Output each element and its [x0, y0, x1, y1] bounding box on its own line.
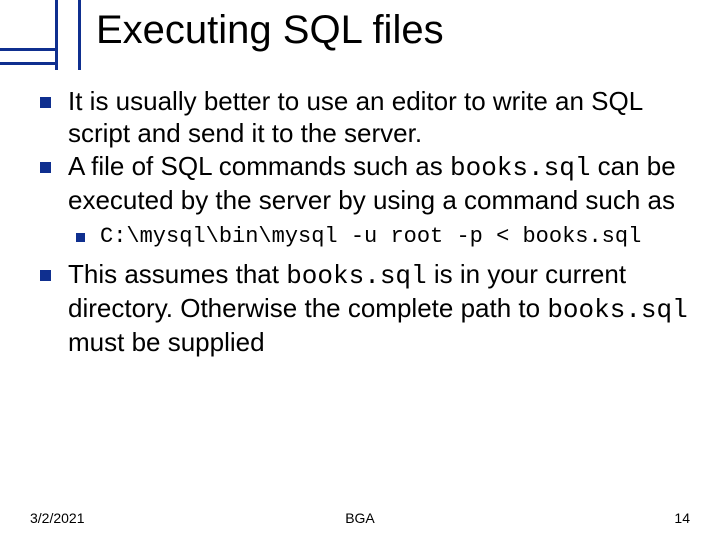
bullet-2: A file of SQL commands such as books.sql…: [32, 151, 696, 251]
slide-title: Executing SQL files: [96, 8, 444, 53]
decor-line-v2: [78, 0, 81, 70]
bullet-3-code2: books.sql: [547, 295, 687, 325]
bullet-list: It is usually better to use an editor to…: [32, 86, 696, 359]
decor-line-v1: [55, 0, 58, 70]
bullet-2-code: books.sql: [450, 153, 590, 183]
bullet-1: It is usually better to use an editor to…: [32, 86, 696, 149]
bullet-3-text-c: must be supplied: [68, 327, 265, 357]
bullet-3: This assumes that books.sql is in your c…: [32, 259, 696, 358]
bullet-3-text-a: This assumes that: [68, 259, 286, 289]
sub-bullet-1: C:\mysql\bin\mysql -u root -p < books.sq…: [68, 223, 696, 252]
sub-bullet-list: C:\mysql\bin\mysql -u root -p < books.sq…: [68, 223, 696, 252]
bullet-3-code1: books.sql: [286, 261, 426, 291]
bullet-2-text-a: A file of SQL commands such as: [68, 151, 450, 181]
slide: Executing SQL files It is usually better…: [0, 0, 720, 540]
slide-body: It is usually better to use an editor to…: [32, 86, 696, 361]
sub-bullet-1-text: C:\mysql\bin\mysql -u root -p < books.sq…: [100, 224, 641, 249]
footer-page: 14: [674, 510, 690, 526]
decor-line-h2: [0, 62, 55, 65]
bullet-1-text: It is usually better to use an editor to…: [68, 86, 642, 148]
footer-center: BGA: [0, 510, 720, 526]
decor-line-h1: [0, 48, 55, 51]
